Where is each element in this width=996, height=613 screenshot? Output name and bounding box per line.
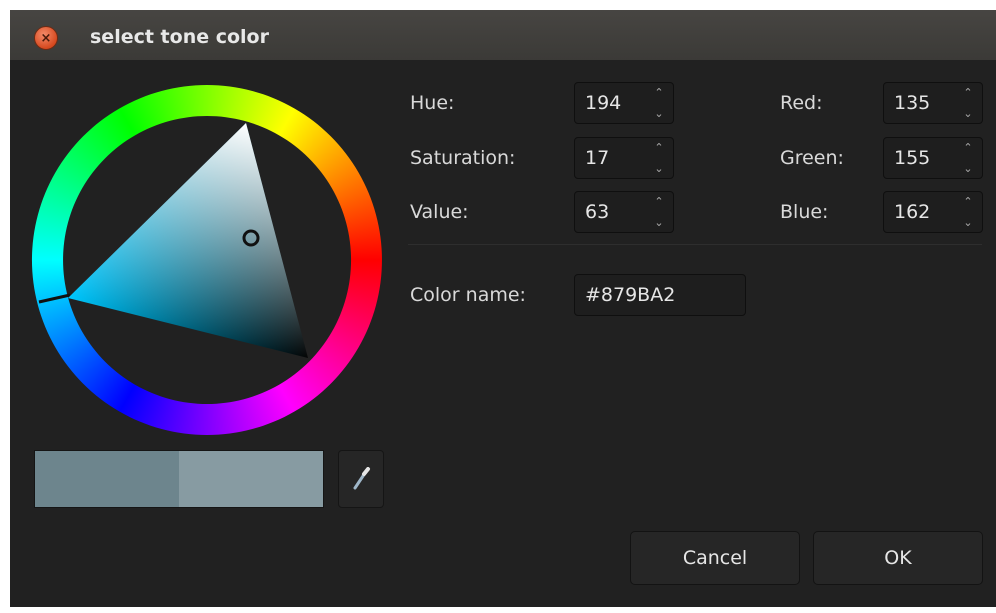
saturation-label: Saturation: bbox=[410, 147, 516, 169]
current-color bbox=[179, 451, 323, 507]
green-value[interactable]: 155 bbox=[894, 147, 930, 169]
previous-color bbox=[35, 451, 179, 507]
spin-up-icon[interactable]: ⌃ bbox=[654, 87, 663, 98]
color-name-input[interactable]: #879BA2 bbox=[574, 274, 746, 316]
value-label: Value: bbox=[410, 201, 469, 223]
dialog-title: select tone color bbox=[90, 26, 269, 48]
hue-spinbox[interactable]: 194 ⌃ ⌄ bbox=[574, 82, 674, 124]
color-name-value[interactable]: #879BA2 bbox=[585, 284, 675, 306]
spin-up-icon[interactable]: ⌃ bbox=[654, 142, 663, 153]
spin-up-icon[interactable]: ⌃ bbox=[963, 196, 972, 207]
hue-value[interactable]: 194 bbox=[585, 92, 621, 114]
green-label: Green: bbox=[780, 147, 844, 169]
spin-down-icon[interactable]: ⌄ bbox=[963, 163, 972, 174]
blue-label: Blue: bbox=[780, 201, 829, 223]
hue-label: Hue: bbox=[410, 92, 455, 114]
value-value[interactable]: 63 bbox=[585, 201, 609, 223]
separator bbox=[408, 244, 982, 245]
title-bar: × select tone color bbox=[10, 10, 996, 60]
eyedropper-button[interactable] bbox=[338, 450, 384, 508]
saturation-spinbox[interactable]: 17 ⌃ ⌄ bbox=[574, 137, 674, 179]
green-spinbox[interactable]: 155 ⌃ ⌄ bbox=[883, 137, 983, 179]
red-label: Red: bbox=[780, 92, 823, 114]
spin-down-icon[interactable]: ⌄ bbox=[963, 217, 972, 228]
red-spinbox[interactable]: 135 ⌃ ⌄ bbox=[883, 82, 983, 124]
spin-down-icon[interactable]: ⌄ bbox=[654, 163, 663, 174]
blue-spinbox[interactable]: 162 ⌃ ⌄ bbox=[883, 191, 983, 233]
spin-up-icon[interactable]: ⌃ bbox=[963, 142, 972, 153]
cancel-button[interactable]: Cancel bbox=[630, 531, 800, 585]
color-name-label: Color name: bbox=[410, 284, 526, 306]
saturation-value[interactable]: 17 bbox=[585, 147, 609, 169]
spin-down-icon[interactable]: ⌄ bbox=[654, 217, 663, 228]
color-dialog: × select tone color Hue: 194 ⌃ ⌄ Saturat… bbox=[10, 10, 996, 607]
value-spinbox[interactable]: 63 ⌃ ⌄ bbox=[574, 191, 674, 233]
spin-up-icon[interactable]: ⌃ bbox=[654, 196, 663, 207]
eyedropper-icon bbox=[353, 467, 370, 490]
color-swatch bbox=[34, 450, 324, 508]
blue-value[interactable]: 162 bbox=[894, 201, 930, 223]
spin-down-icon[interactable]: ⌄ bbox=[963, 108, 972, 119]
color-wheel[interactable] bbox=[30, 83, 384, 437]
spin-down-icon[interactable]: ⌄ bbox=[654, 108, 663, 119]
red-value[interactable]: 135 bbox=[894, 92, 930, 114]
close-icon[interactable]: × bbox=[34, 26, 58, 50]
ok-button[interactable]: OK bbox=[813, 531, 983, 585]
spin-up-icon[interactable]: ⌃ bbox=[963, 87, 972, 98]
